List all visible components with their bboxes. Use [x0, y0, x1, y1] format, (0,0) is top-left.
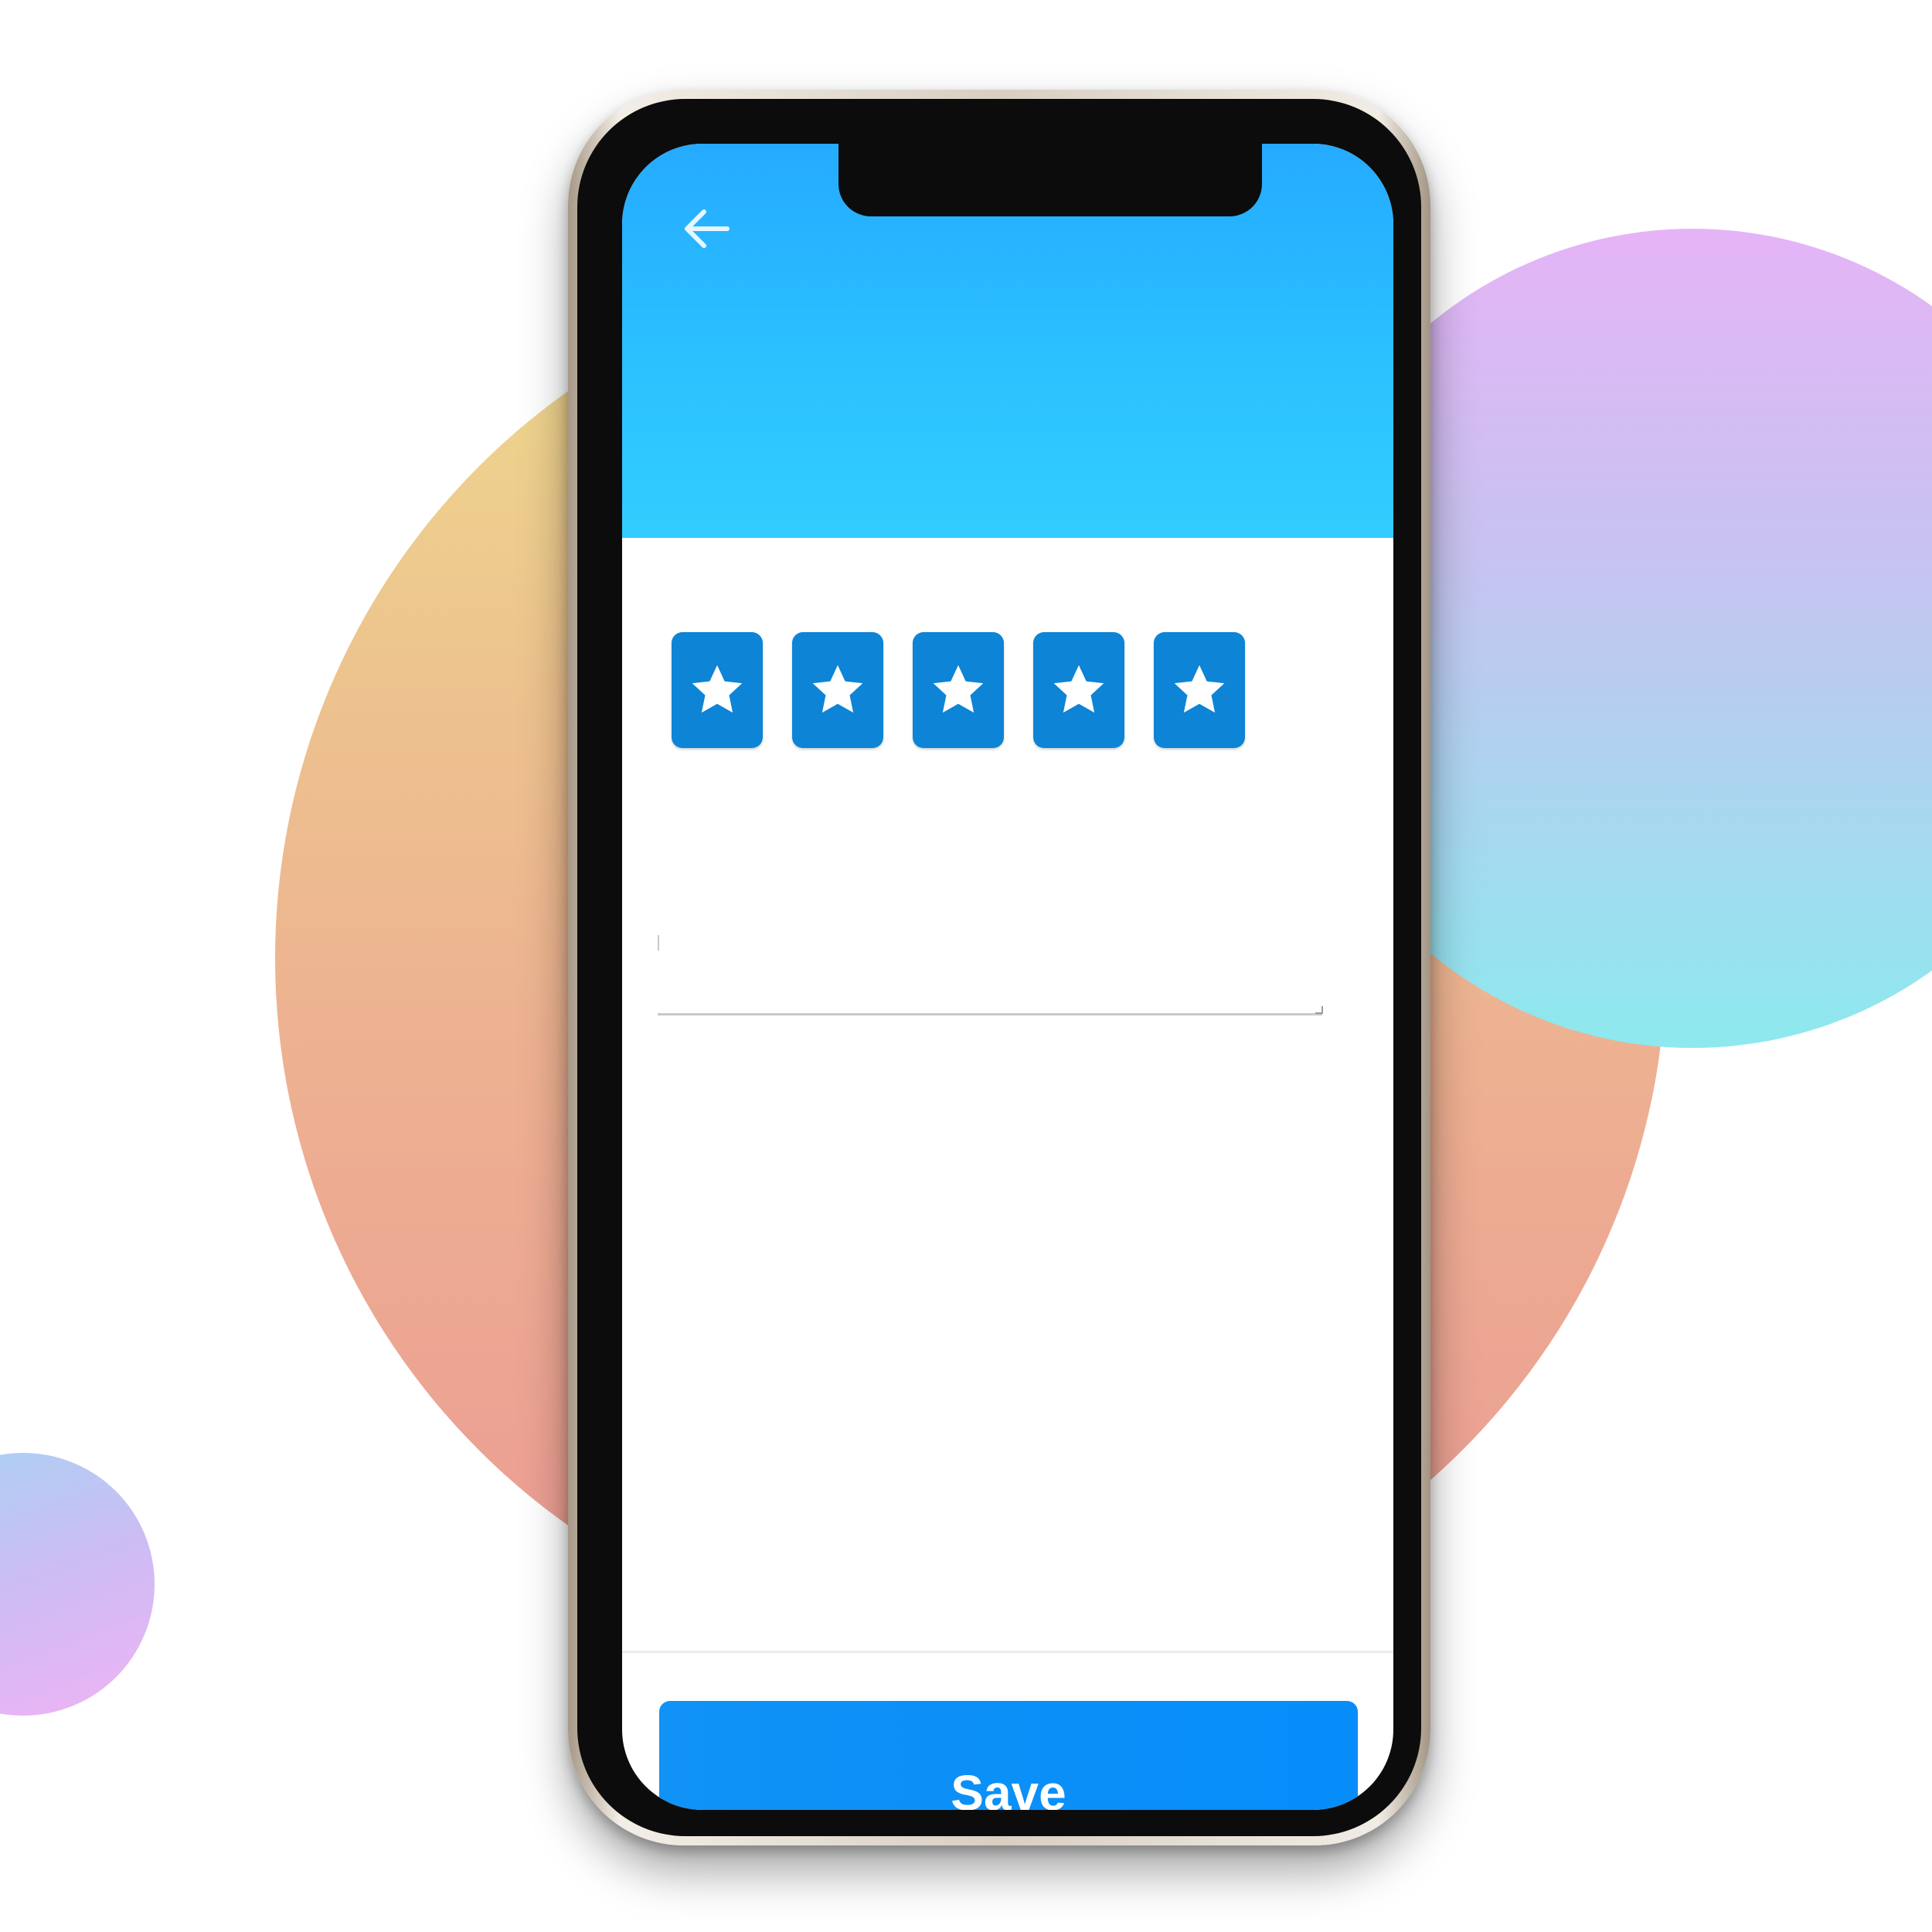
- star-rating-2[interactable]: [792, 632, 883, 748]
- phone-frame: Save: [568, 90, 1430, 1845]
- comment-field[interactable]: [658, 932, 1322, 1015]
- footer-divider: [622, 1651, 1393, 1653]
- star-icon: [812, 665, 863, 713]
- star-rating-4[interactable]: [1033, 632, 1124, 748]
- phone-notch: [838, 144, 1262, 216]
- arrow-left-icon: [685, 209, 730, 248]
- star-rating-3[interactable]: [913, 632, 1004, 748]
- save-button[interactable]: Save: [659, 1701, 1358, 1810]
- save-button-label: Save: [951, 1765, 1066, 1810]
- phone-screen: Save: [622, 144, 1393, 1810]
- text-caret: [658, 935, 659, 951]
- star-icon: [1053, 665, 1104, 713]
- phone-bezel: Save: [577, 99, 1421, 1836]
- stage: Save: [0, 0, 1932, 1932]
- resize-handle[interactable]: [1315, 1006, 1323, 1014]
- decorative-small-circle: [0, 1453, 155, 1716]
- star-rating-1[interactable]: [672, 632, 763, 748]
- back-button[interactable]: [676, 198, 738, 260]
- star-rating: [672, 632, 1245, 748]
- star-rating-5[interactable]: [1154, 632, 1245, 748]
- star-icon: [692, 665, 743, 713]
- star-icon: [933, 665, 984, 713]
- star-icon: [1174, 665, 1225, 713]
